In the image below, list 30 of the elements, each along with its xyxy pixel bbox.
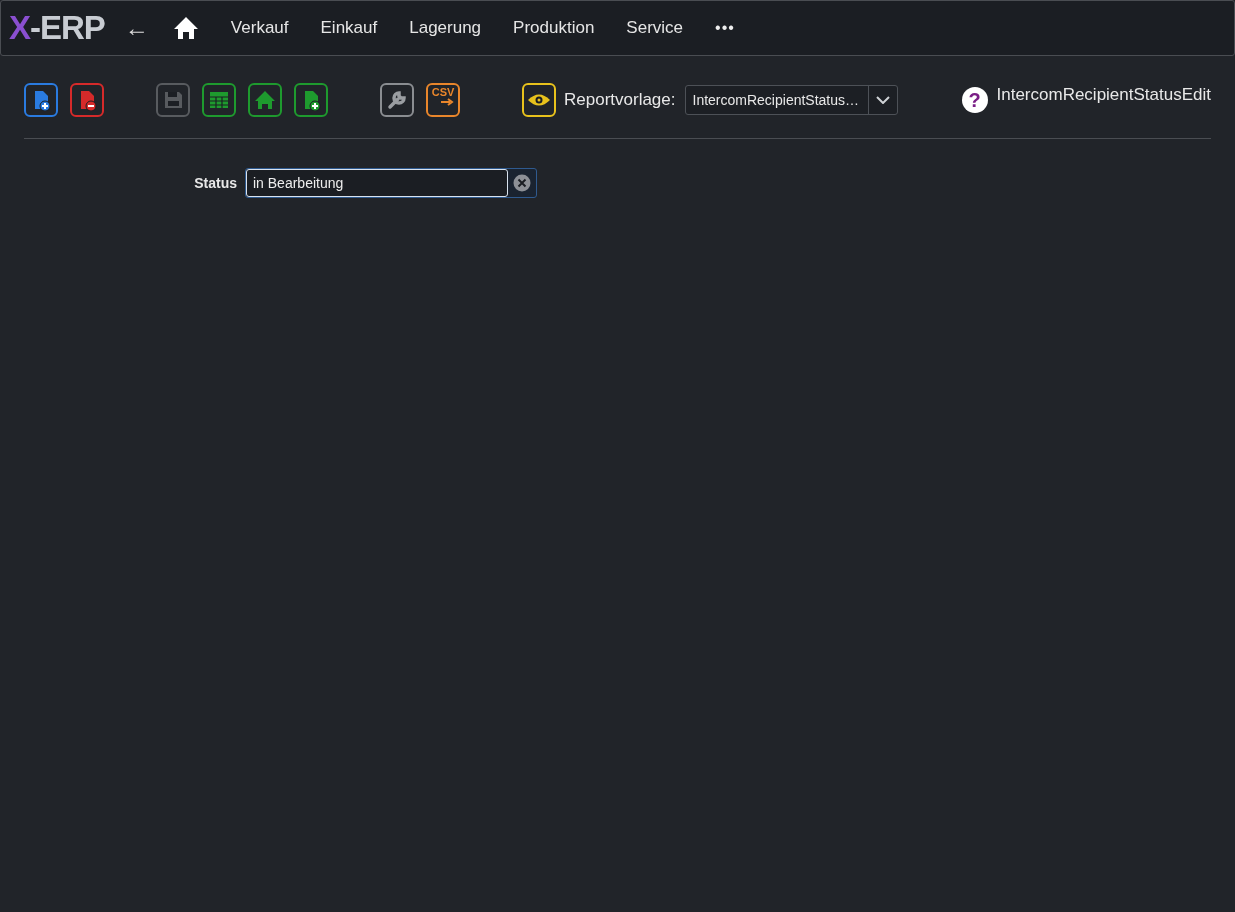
- nav-item[interactable]: Produktion: [513, 18, 595, 38]
- wrench-icon: [386, 89, 408, 111]
- delete-document-button[interactable]: [70, 83, 104, 117]
- table-icon: [208, 89, 230, 111]
- report-label: Reportvorlage:: [564, 90, 676, 110]
- nav-item[interactable]: Lagerung: [409, 18, 482, 38]
- eye-icon: [527, 93, 551, 107]
- wrench-button[interactable]: [380, 83, 414, 117]
- more-menu-button[interactable]: •••: [715, 19, 735, 37]
- clear-icon[interactable]: [513, 174, 531, 192]
- nav-item[interactable]: Verkauf: [230, 18, 289, 38]
- report-dropdown[interactable]: IntercomRecipientStatus…: [684, 85, 898, 115]
- preview-button[interactable]: [522, 83, 556, 117]
- nav-item[interactable]: Einkauf: [320, 18, 378, 38]
- back-button[interactable]: ←: [124, 14, 149, 42]
- help-button[interactable]: ?: [961, 87, 988, 113]
- status-field[interactable]: in Bearbeitung: [246, 169, 508, 197]
- page-title: IntercomRecipientStatusEdit: [996, 85, 1211, 105]
- chevron-down-icon: [875, 96, 890, 104]
- home-button[interactable]: [248, 83, 282, 117]
- csv-export-button[interactable]: CSV: [426, 83, 460, 117]
- nav-item[interactable]: Service: [626, 18, 684, 38]
- new-document-button[interactable]: [24, 83, 58, 117]
- logo[interactable]: X-ERP: [9, 9, 105, 47]
- arrow-icon: [440, 97, 454, 106]
- home-icon: [254, 89, 276, 111]
- home-icon: [172, 16, 199, 40]
- table-button[interactable]: [202, 83, 236, 117]
- field-label: Status: [194, 175, 237, 191]
- add-document-button[interactable]: [294, 83, 328, 117]
